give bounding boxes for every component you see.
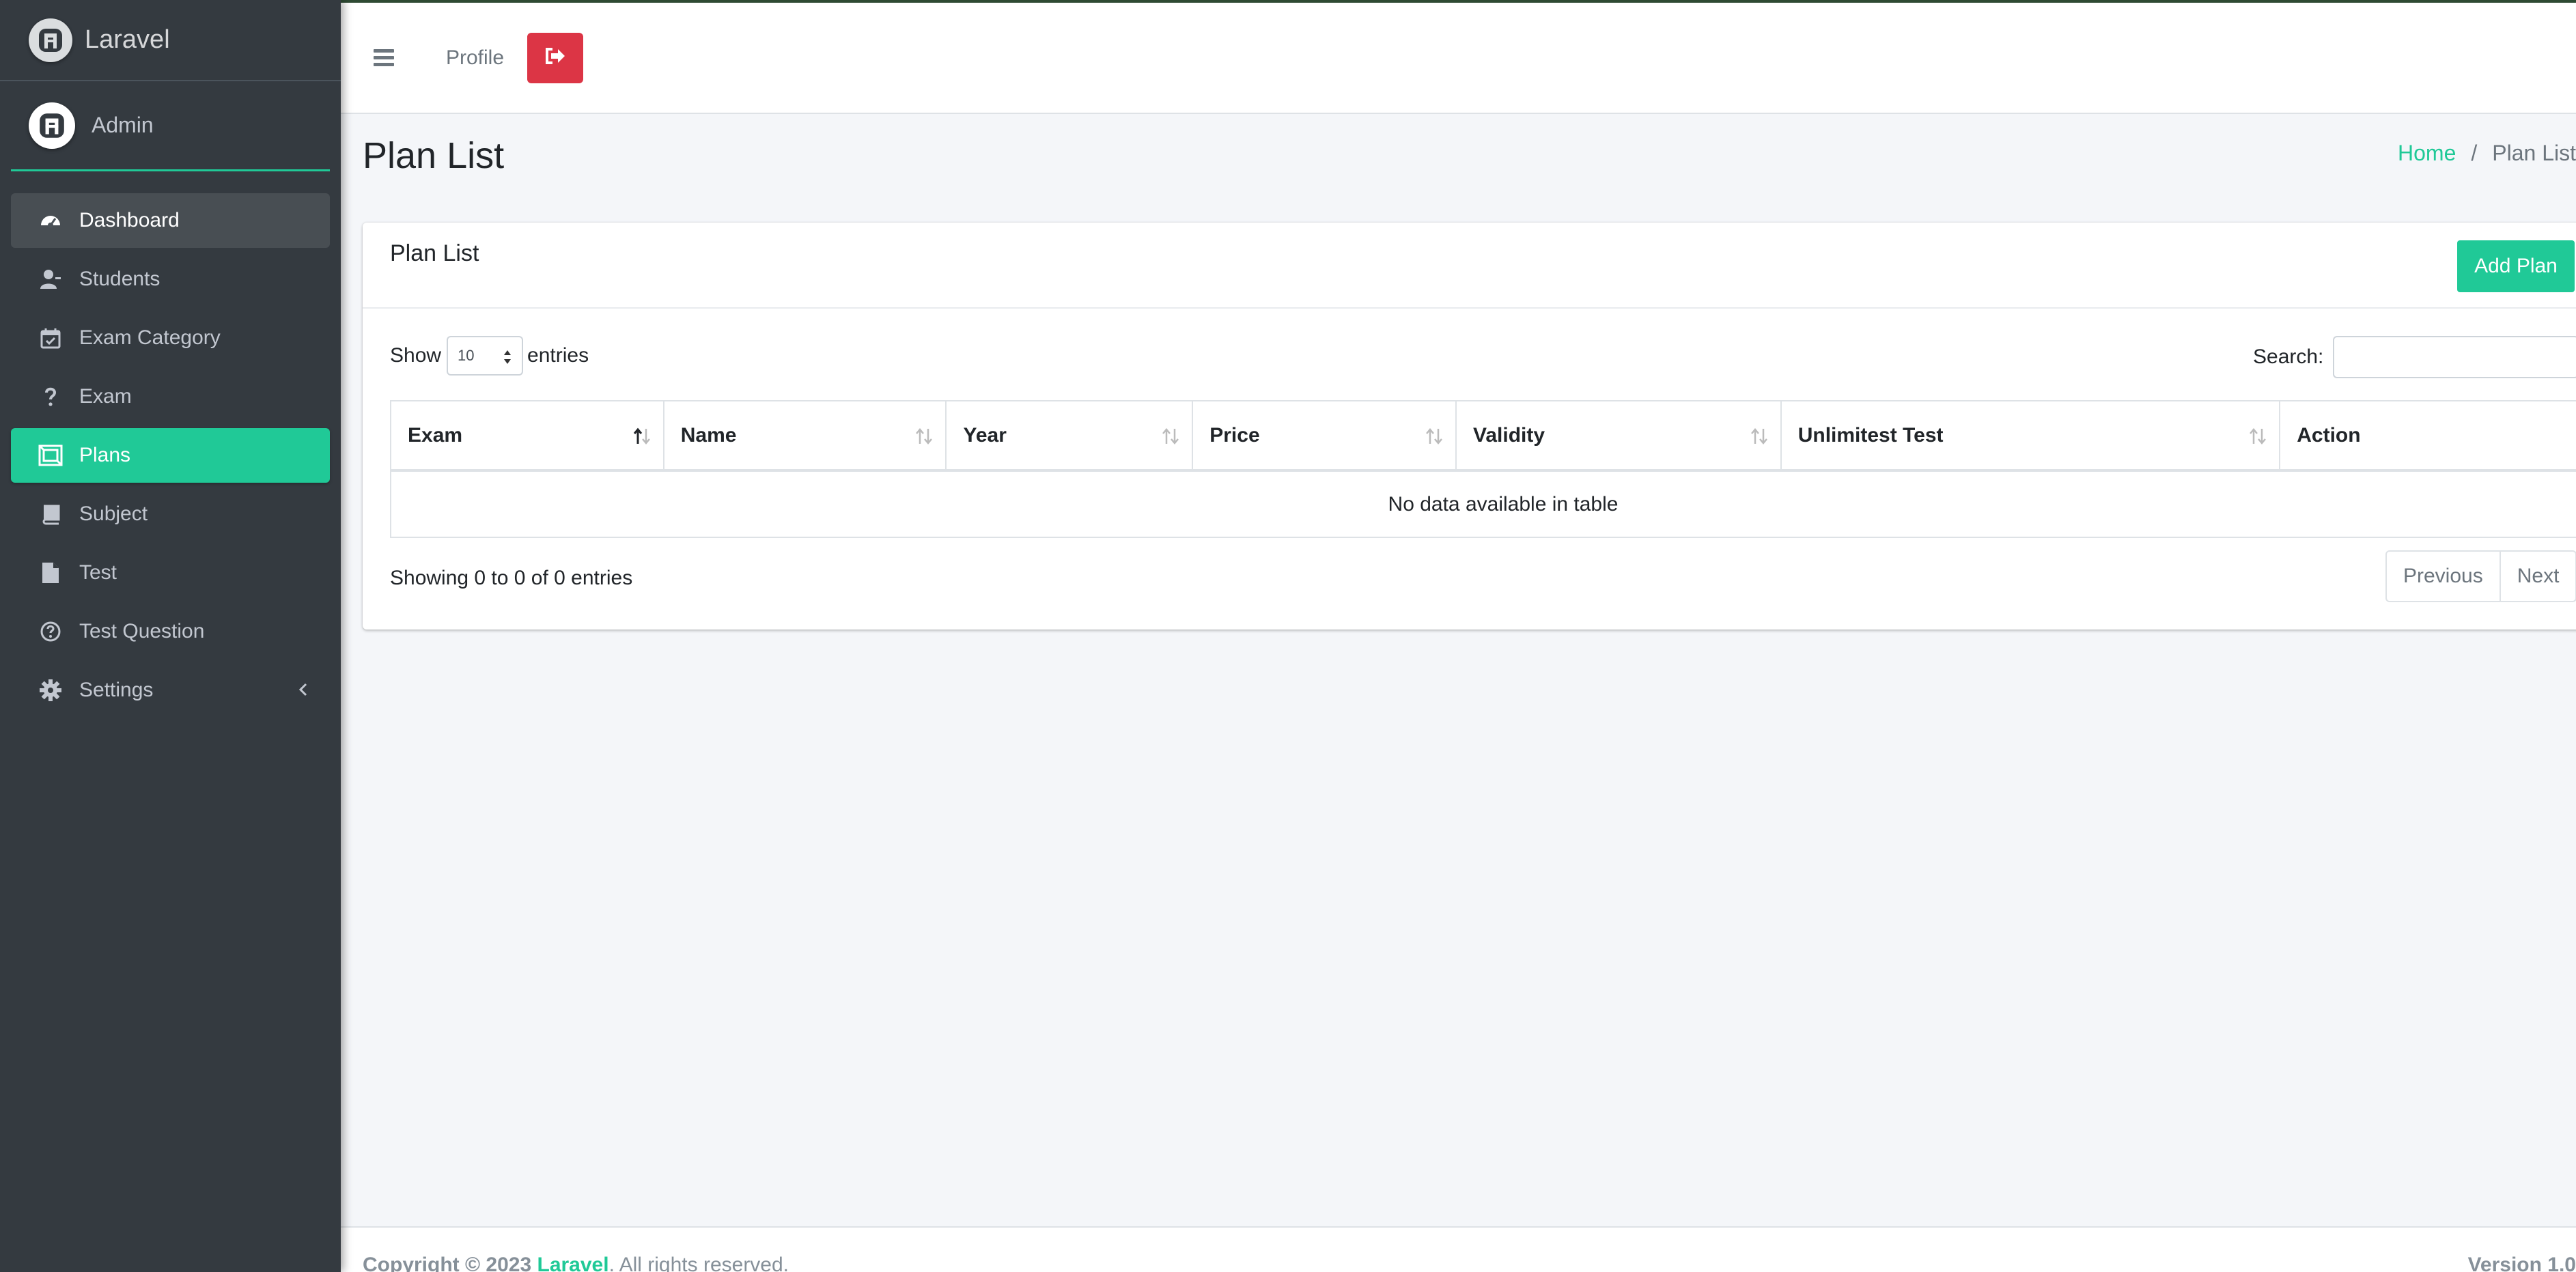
sidebar-item-dashboard[interactable]: Dashboard bbox=[11, 193, 330, 248]
table-row: No data available in table bbox=[390, 470, 2576, 538]
calendar-check-icon bbox=[37, 324, 64, 352]
column-label: Price bbox=[1209, 423, 1260, 447]
entries-label: entries bbox=[527, 344, 589, 367]
column-header-exam[interactable]: Exam bbox=[390, 400, 664, 472]
column-header-action[interactable]: Action bbox=[2279, 400, 2576, 472]
page-length-value: 10 bbox=[458, 347, 475, 364]
breadcrumb-separator: / bbox=[2471, 141, 2478, 165]
sidebar-item-label: Exam bbox=[79, 385, 132, 408]
table-controls: Show 10 entries Search: bbox=[363, 309, 2576, 404]
brand-link[interactable]: Laravel bbox=[0, 0, 341, 81]
copyright-suffix: . All rights reserved. bbox=[608, 1254, 789, 1272]
user-panel[interactable]: Admin bbox=[11, 81, 330, 171]
tachometer-icon bbox=[37, 207, 64, 234]
search-input[interactable] bbox=[2333, 336, 2576, 378]
sidebar-item-label: Plans bbox=[79, 444, 131, 466]
empty-table-message: No data available in table bbox=[390, 470, 2576, 538]
copyright: Copyright © 2023 Laravel. All rights res… bbox=[363, 1254, 789, 1272]
question-circle-icon bbox=[37, 618, 64, 645]
sidebar-item-label: Settings bbox=[79, 679, 154, 701]
book-icon bbox=[37, 500, 64, 528]
question-icon bbox=[37, 383, 64, 410]
sidebar: Laravel Admin Dashboard Students Exam Ca… bbox=[0, 0, 341, 1272]
avatar bbox=[29, 102, 75, 149]
sidebar-item-label: Subject bbox=[79, 503, 148, 525]
breadcrumb-current: Plan List bbox=[2492, 141, 2576, 165]
plans-icon bbox=[37, 442, 64, 469]
sidebar-item-students[interactable]: Students bbox=[11, 252, 330, 307]
pagination: Previous Next bbox=[2385, 550, 2576, 602]
sort-icon bbox=[1749, 426, 1769, 452]
column-header-validity[interactable]: Validity bbox=[1455, 400, 1782, 472]
user-name: Admin bbox=[92, 113, 154, 137]
plan-list-card: Plan List Add Plan Show 10 entries Searc… bbox=[363, 223, 2576, 630]
sort-ascending-icon bbox=[632, 426, 652, 452]
column-header-unlimitest-test[interactable]: Unlimitest Test bbox=[1780, 400, 2281, 472]
previous-page-button[interactable]: Previous bbox=[2385, 550, 2501, 602]
sidebar-item-plans[interactable]: Plans bbox=[11, 428, 330, 483]
sidebar-item-exam-category[interactable]: Exam Category bbox=[11, 311, 330, 365]
next-page-button[interactable]: Next bbox=[2500, 550, 2576, 602]
search-label: Search: bbox=[2253, 345, 2324, 368]
sort-icon bbox=[2248, 426, 2268, 452]
sidebar-item-test[interactable]: Test bbox=[11, 546, 330, 600]
chevron-left-icon bbox=[296, 678, 309, 707]
gear-icon bbox=[37, 677, 64, 704]
card-header: Plan List Add Plan bbox=[363, 223, 2576, 309]
column-label: Validity bbox=[1473, 423, 1545, 447]
user-icon bbox=[37, 266, 64, 293]
column-label: Name bbox=[680, 423, 737, 447]
menu-toggle-icon[interactable] bbox=[374, 46, 394, 70]
sidebar-item-label: Test Question bbox=[79, 620, 205, 642]
breadcrumb: Home / Plan List bbox=[2398, 141, 2576, 166]
sidebar-item-label: Test bbox=[79, 561, 117, 584]
column-label: Unlimitest Test bbox=[1797, 423, 1944, 447]
column-header-year[interactable]: Year bbox=[945, 400, 1194, 472]
breadcrumb-home-link[interactable]: Home bbox=[2398, 141, 2456, 166]
profile-link[interactable]: Profile bbox=[446, 46, 504, 70]
footer-laravel-link[interactable]: Laravel bbox=[537, 1254, 609, 1272]
sidebar-item-label: Dashboard bbox=[79, 209, 180, 231]
column-header-price[interactable]: Price bbox=[1192, 400, 1457, 472]
select-arrows-icon bbox=[503, 348, 512, 370]
brand-logo-icon bbox=[29, 18, 72, 62]
plans-table: Exam Name Year Price Validity Unlimitest… bbox=[390, 400, 2576, 538]
page-title: Plan List bbox=[363, 135, 505, 176]
sidebar-item-label: Students bbox=[79, 268, 160, 290]
show-label: Show bbox=[390, 344, 442, 367]
sidebar-item-settings[interactable]: Settings bbox=[11, 663, 330, 718]
sidebar-item-exam[interactable]: Exam bbox=[11, 369, 330, 424]
column-label: Exam bbox=[408, 423, 463, 447]
app-root: Laravel Admin Dashboard Students Exam Ca… bbox=[0, 0, 2576, 1272]
add-plan-button[interactable]: Add Plan bbox=[2457, 240, 2575, 292]
sort-icon bbox=[1424, 426, 1444, 452]
card-title: Plan List bbox=[390, 240, 479, 266]
page-length-control: Show 10 entries bbox=[390, 336, 589, 376]
logout-button[interactable] bbox=[527, 32, 584, 83]
footer: Copyright © 2023 Laravel. All rights res… bbox=[341, 1226, 2576, 1272]
column-label: Action bbox=[2297, 423, 2361, 447]
table-header-row: Exam Name Year Price Validity Unlimitest… bbox=[390, 400, 2576, 472]
sidebar-item-subject[interactable]: Subject bbox=[11, 487, 330, 541]
column-header-name[interactable]: Name bbox=[662, 400, 947, 472]
copyright-prefix: Copyright © 2023 bbox=[363, 1254, 537, 1272]
version-label: Version 1.0 bbox=[2467, 1254, 2576, 1272]
search-control: Search: bbox=[2253, 336, 2576, 378]
brand-name: Laravel bbox=[85, 25, 170, 54]
page-length-select[interactable]: 10 bbox=[447, 336, 524, 376]
sidebar-item-label: Exam Category bbox=[79, 326, 221, 349]
sort-icon bbox=[1160, 426, 1181, 452]
sidebar-item-test-question[interactable]: Test Question bbox=[11, 604, 330, 659]
file-icon bbox=[37, 559, 64, 586]
top-navbar: Profile bbox=[341, 0, 2576, 114]
column-label: Year bbox=[963, 423, 1007, 447]
sort-icon bbox=[914, 426, 934, 452]
sign-out-icon bbox=[544, 47, 566, 68]
sidebar-nav: Dashboard Students Exam Category Exam Pl… bbox=[0, 171, 341, 718]
table-info: Showing 0 to 0 of 0 entries bbox=[390, 567, 633, 589]
